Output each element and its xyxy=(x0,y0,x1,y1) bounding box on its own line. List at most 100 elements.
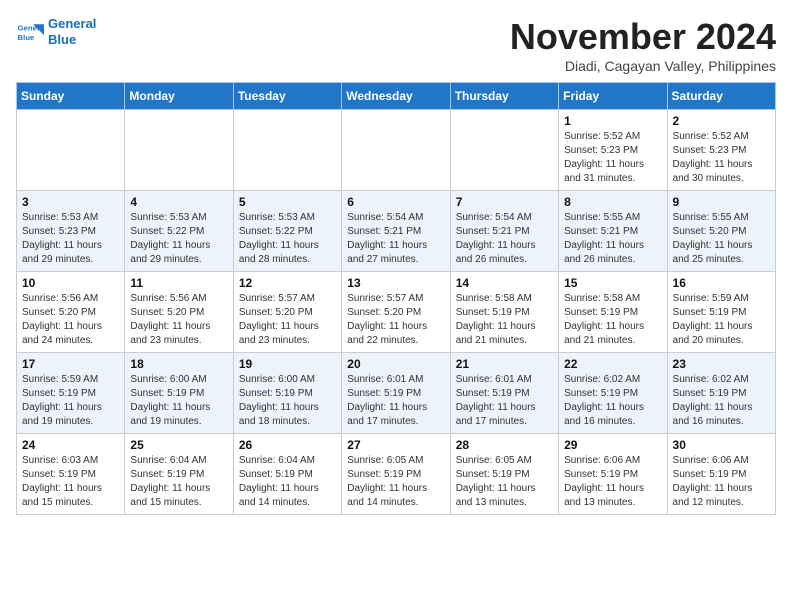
calendar-table: SundayMondayTuesdayWednesdayThursdayFrid… xyxy=(16,82,776,515)
weekday-header: Saturday xyxy=(667,83,775,110)
day-info: Sunrise: 6:05 AM Sunset: 5:19 PM Dayligh… xyxy=(456,454,553,510)
weekday-header: Wednesday xyxy=(342,83,450,110)
day-number: 11 xyxy=(130,276,227,290)
day-number: 17 xyxy=(22,357,119,371)
calendar-cell: 15 Sunrise: 5:58 AM Sunset: 5:19 PM Dayli… xyxy=(559,272,667,353)
day-info: Sunrise: 6:00 AM Sunset: 5:19 PM Dayligh… xyxy=(130,373,227,429)
day-info: Sunrise: 6:04 AM Sunset: 5:19 PM Dayligh… xyxy=(239,454,336,510)
calendar-cell: 26Sunrise: 6:04 AM Sunset: 5:19 PM Dayli… xyxy=(233,434,341,515)
calendar-cell xyxy=(450,110,558,191)
day-info: Sunrise: 5:55 AM Sunset: 5:21 PM Dayligh… xyxy=(564,211,661,267)
day-info: Sunrise: 5:54 AM Sunset: 5:21 PM Dayligh… xyxy=(347,211,444,267)
calendar-cell: 17 Sunrise: 5:59 AM Sunset: 5:19 PM Dayli… xyxy=(17,353,125,434)
day-number: 22 xyxy=(564,357,661,371)
logo: General Blue General Blue xyxy=(16,16,96,47)
day-info: Sunrise: 6:06 AM Sunset: 5:19 PM Dayligh… xyxy=(564,454,661,510)
day-info: Sunrise: 6:03 AM Sunset: 5:19 PM Dayligh… xyxy=(22,454,119,510)
day-info: Sunrise: 5:57 AM Sunset: 5:20 PM Dayligh… xyxy=(239,292,336,348)
day-number: 15 xyxy=(564,276,661,290)
calendar-cell: 6Sunrise: 5:54 AM Sunset: 5:21 PM Daylig… xyxy=(342,191,450,272)
day-number: 21 xyxy=(456,357,553,371)
day-number: 18 xyxy=(130,357,227,371)
calendar-cell: 16 Sunrise: 5:59 AM Sunset: 5:19 PM Dayli… xyxy=(667,272,775,353)
day-info: Sunrise: 5:58 AM Sunset: 5:19 PM Dayligh… xyxy=(456,292,553,348)
day-info: Sunrise: 6:01 AM Sunset: 5:19 PM Dayligh… xyxy=(456,373,553,429)
day-info: Sunrise: 5:59 AM Sunset: 5:19 PM Dayligh… xyxy=(22,373,119,429)
calendar-cell: 10Sunrise: 5:56 AM Sunset: 5:20 PM Dayli… xyxy=(17,272,125,353)
calendar-cell: 18 Sunrise: 6:00 AM Sunset: 5:19 PM Dayli… xyxy=(125,353,233,434)
day-info: Sunrise: 5:59 AM Sunset: 5:19 PM Dayligh… xyxy=(673,292,770,348)
day-info: Sunrise: 5:54 AM Sunset: 5:21 PM Dayligh… xyxy=(456,211,553,267)
day-info: Sunrise: 5:53 AM Sunset: 5:22 PM Dayligh… xyxy=(239,211,336,267)
calendar-cell: 24 Sunrise: 6:03 AM Sunset: 5:19 PM Dayli… xyxy=(17,434,125,515)
calendar-cell: 29Sunrise: 6:06 AM Sunset: 5:19 PM Dayli… xyxy=(559,434,667,515)
day-number: 16 xyxy=(673,276,770,290)
logo-icon: General Blue xyxy=(16,18,44,46)
day-number: 28 xyxy=(456,438,553,452)
day-number: 30 xyxy=(673,438,770,452)
day-number: 13 xyxy=(347,276,444,290)
day-info: Sunrise: 6:06 AM Sunset: 5:19 PM Dayligh… xyxy=(673,454,770,510)
weekday-header: Monday xyxy=(125,83,233,110)
calendar-cell: 3 Sunrise: 5:53 AM Sunset: 5:23 PM Daylig… xyxy=(17,191,125,272)
calendar-cell xyxy=(342,110,450,191)
day-info: Sunrise: 5:53 AM Sunset: 5:22 PM Dayligh… xyxy=(130,211,227,267)
weekday-header: Friday xyxy=(559,83,667,110)
location: Diadi, Cagayan Valley, Philippines xyxy=(510,58,776,74)
day-number: 1 xyxy=(564,114,661,128)
calendar-week-row: 10Sunrise: 5:56 AM Sunset: 5:20 PM Dayli… xyxy=(17,272,776,353)
calendar-cell xyxy=(17,110,125,191)
day-number: 20 xyxy=(347,357,444,371)
calendar-cell: 30 Sunrise: 6:06 AM Sunset: 5:19 PM Dayli… xyxy=(667,434,775,515)
day-number: 19 xyxy=(239,357,336,371)
calendar-week-row: 3 Sunrise: 5:53 AM Sunset: 5:23 PM Daylig… xyxy=(17,191,776,272)
day-number: 8 xyxy=(564,195,661,209)
calendar-cell: 22Sunrise: 6:02 AM Sunset: 5:19 PM Dayli… xyxy=(559,353,667,434)
calendar-cell: 2Sunrise: 5:52 AM Sunset: 5:23 PM Daylig… xyxy=(667,110,775,191)
calendar-cell: 27 Sunrise: 6:05 AM Sunset: 5:19 PM Dayli… xyxy=(342,434,450,515)
calendar-cell: 7 Sunrise: 5:54 AM Sunset: 5:21 PM Daylig… xyxy=(450,191,558,272)
calendar-cell: 12 Sunrise: 5:57 AM Sunset: 5:20 PM Dayli… xyxy=(233,272,341,353)
day-info: Sunrise: 5:57 AM Sunset: 5:20 PM Dayligh… xyxy=(347,292,444,348)
calendar-cell: 21 Sunrise: 6:01 AM Sunset: 5:19 PM Dayli… xyxy=(450,353,558,434)
day-info: Sunrise: 6:00 AM Sunset: 5:19 PM Dayligh… xyxy=(239,373,336,429)
day-number: 9 xyxy=(673,195,770,209)
day-number: 12 xyxy=(239,276,336,290)
weekday-header: Thursday xyxy=(450,83,558,110)
calendar-cell: 28 Sunrise: 6:05 AM Sunset: 5:19 PM Dayli… xyxy=(450,434,558,515)
day-info: Sunrise: 5:52 AM Sunset: 5:23 PM Dayligh… xyxy=(673,130,770,186)
day-info: Sunrise: 6:04 AM Sunset: 5:19 PM Dayligh… xyxy=(130,454,227,510)
calendar-cell xyxy=(125,110,233,191)
weekday-header-row: SundayMondayTuesdayWednesdayThursdayFrid… xyxy=(17,83,776,110)
day-info: Sunrise: 5:53 AM Sunset: 5:23 PM Dayligh… xyxy=(22,211,119,267)
day-info: Sunrise: 5:56 AM Sunset: 5:20 PM Dayligh… xyxy=(22,292,119,348)
day-info: Sunrise: 6:02 AM Sunset: 5:19 PM Dayligh… xyxy=(673,373,770,429)
day-number: 14 xyxy=(456,276,553,290)
title-block: November 2024 Diadi, Cagayan Valley, Phi… xyxy=(510,16,776,74)
svg-text:General: General xyxy=(18,23,44,32)
calendar-cell: 11 Sunrise: 5:56 AM Sunset: 5:20 PM Dayli… xyxy=(125,272,233,353)
calendar-cell: 20 Sunrise: 6:01 AM Sunset: 5:19 PM Dayli… xyxy=(342,353,450,434)
logo-line2: Blue xyxy=(48,32,76,47)
day-number: 5 xyxy=(239,195,336,209)
calendar-cell: 4 Sunrise: 5:53 AM Sunset: 5:22 PM Daylig… xyxy=(125,191,233,272)
calendar-cell: 9Sunrise: 5:55 AM Sunset: 5:20 PM Daylig… xyxy=(667,191,775,272)
day-number: 24 xyxy=(22,438,119,452)
day-number: 7 xyxy=(456,195,553,209)
day-number: 27 xyxy=(347,438,444,452)
calendar-cell: 5 Sunrise: 5:53 AM Sunset: 5:22 PM Daylig… xyxy=(233,191,341,272)
weekday-header: Tuesday xyxy=(233,83,341,110)
day-info: Sunrise: 6:05 AM Sunset: 5:19 PM Dayligh… xyxy=(347,454,444,510)
calendar-week-row: 1 Sunrise: 5:52 AM Sunset: 5:23 PM Daylig… xyxy=(17,110,776,191)
day-info: Sunrise: 5:56 AM Sunset: 5:20 PM Dayligh… xyxy=(130,292,227,348)
calendar-cell: 25Sunrise: 6:04 AM Sunset: 5:19 PM Dayli… xyxy=(125,434,233,515)
day-number: 4 xyxy=(130,195,227,209)
day-info: Sunrise: 5:58 AM Sunset: 5:19 PM Dayligh… xyxy=(564,292,661,348)
calendar-cell: 23 Sunrise: 6:02 AM Sunset: 5:19 PM Dayli… xyxy=(667,353,775,434)
calendar-cell xyxy=(233,110,341,191)
day-number: 23 xyxy=(673,357,770,371)
svg-text:Blue: Blue xyxy=(18,32,36,41)
day-info: Sunrise: 6:01 AM Sunset: 5:19 PM Dayligh… xyxy=(347,373,444,429)
day-number: 3 xyxy=(22,195,119,209)
month-title: November 2024 xyxy=(510,16,776,58)
